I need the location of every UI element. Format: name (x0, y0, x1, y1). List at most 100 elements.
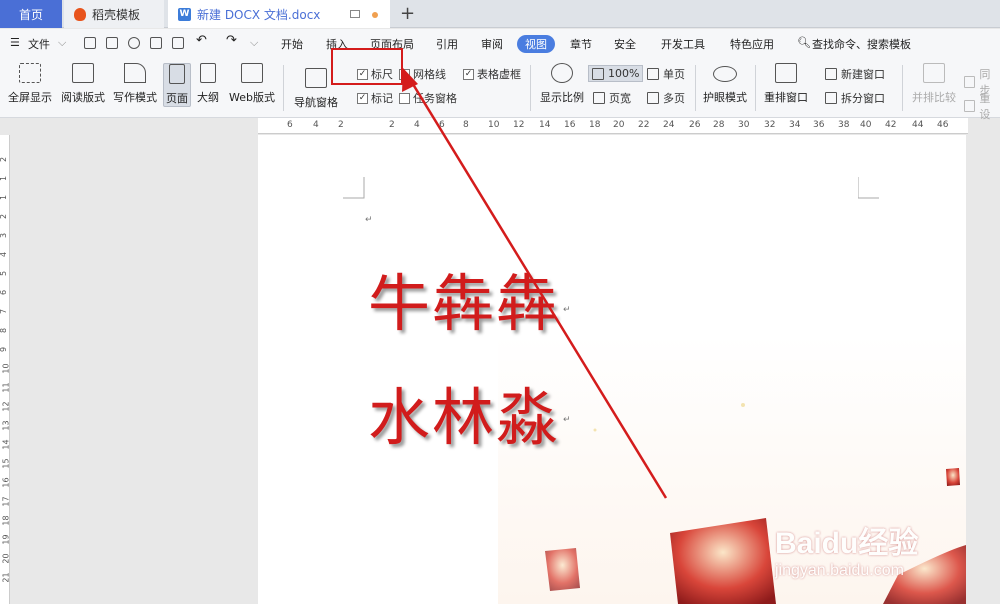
task-pane-checkbox[interactable]: 任务窗格 (399, 90, 457, 106)
search-icon: 🔍︎ (797, 36, 811, 49)
markup-checkbox[interactable]: ✓ 标记 (357, 90, 393, 106)
single-page-button[interactable]: 单页 (647, 66, 685, 82)
quick-access-chevron-icon[interactable]: ⌵ (250, 36, 258, 50)
page-layout-button[interactable]: 页面 (163, 63, 191, 107)
new-window-button[interactable]: 新建窗口 (825, 66, 885, 82)
ruler-number: 14 (539, 120, 551, 130)
multi-page-icon (647, 92, 659, 104)
single-page-label: 单页 (663, 68, 685, 81)
tab-daoke-templates[interactable]: 稻壳模板 (64, 0, 164, 28)
reset-position-button[interactable]: 重设 (964, 90, 1000, 122)
compare-side-by-side-button[interactable]: 并排比较 (912, 63, 956, 105)
rearrange-windows-icon (775, 63, 797, 83)
zoom-value: 100% (608, 67, 640, 80)
ruler-number: 18 (589, 120, 601, 130)
split-window-button[interactable]: 拆分窗口 (825, 90, 885, 106)
menu-view[interactable]: 视图 (517, 35, 555, 53)
table-borders-checkbox[interactable]: ✓ 表格虚框 (463, 66, 521, 82)
menu-security[interactable]: 安全 (614, 36, 636, 52)
gridlines-checkbox[interactable]: 网格线 (399, 66, 446, 82)
vertical-ruler[interactable]: 21123456789101112131415161718192021 (0, 135, 11, 604)
margin-corner-mark (343, 177, 365, 199)
file-menu[interactable]: 文件 (28, 36, 50, 52)
ruler-number: 3 (0, 233, 8, 238)
ruler-number: 20 (1, 553, 11, 564)
zoom-100-button[interactable]: 100% (588, 65, 644, 82)
outline-button[interactable]: 大纲 (197, 63, 219, 105)
rearrange-windows-button[interactable]: 重排窗口 (764, 63, 808, 105)
menu-developer[interactable]: 开发工具 (661, 36, 705, 52)
menu-home[interactable]: 开始 (281, 36, 303, 52)
new-window-label: 新建窗口 (841, 68, 885, 81)
web-layout-button[interactable]: Web版式 (229, 63, 275, 105)
multi-page-button[interactable]: 多页 (647, 90, 685, 106)
task-pane-label: 任务窗格 (413, 92, 457, 105)
web-layout-label: Web版式 (229, 91, 275, 104)
page-width-icon (593, 92, 605, 104)
menu-review[interactable]: 审阅 (481, 36, 503, 52)
reading-layout-button[interactable]: 阅读版式 (61, 63, 105, 105)
rearrange-windows-label: 重排窗口 (764, 91, 808, 104)
ruler-number: 44 (912, 120, 924, 130)
divider (283, 65, 284, 111)
markup-label: 标记 (371, 92, 393, 105)
tab-document[interactable]: W 新建 DOCX 文档.docx (168, 0, 390, 28)
ruler-number: 36 (813, 120, 825, 130)
open-folder-icon[interactable] (84, 37, 96, 49)
eye-icon (713, 66, 737, 82)
writing-mode-button[interactable]: 写作模式 (113, 63, 157, 105)
paragraph-mark: ↵ (563, 305, 571, 315)
fullscreen-icon (19, 63, 41, 83)
print-preview-icon[interactable] (172, 37, 184, 49)
tab-daoke-label: 稻壳模板 (92, 7, 141, 22)
ruler-number: 34 (789, 120, 801, 130)
document-line-2[interactable]: 水林淼 (368, 367, 560, 457)
undo-icon[interactable]: ↶ (196, 33, 207, 48)
eye-mode-button[interactable]: 护眼模式 (703, 63, 747, 105)
compare-label: 并排比较 (912, 91, 956, 104)
horizontal-ruler[interactable]: 6 4 2 2 4 6 8 10 12 14 16 18 20 22 24 26 28 30 32 34 36 38 40 4… (258, 118, 968, 134)
ruler-number: 2 (338, 120, 344, 130)
ruler-number: 38 (838, 120, 850, 130)
ruler-number: 7 (0, 309, 8, 314)
format-painter-icon[interactable] (128, 37, 140, 49)
document-line-1[interactable]: 牛犇犇 (368, 253, 560, 343)
ruler-number: 20 (613, 120, 625, 130)
page-layout-label: 页面 (166, 92, 188, 105)
command-search[interactable]: 查找命令、搜索模板 (812, 36, 911, 52)
ruler-number: 4 (0, 252, 8, 257)
save-icon[interactable] (106, 37, 118, 49)
nav-pane-label: 导航窗格 (294, 96, 338, 109)
menu-special[interactable]: 特色应用 (730, 36, 774, 52)
split-window-icon (825, 92, 837, 104)
nav-pane-icon (305, 68, 327, 88)
zoom-button[interactable]: 显示比例 (540, 63, 584, 105)
ruler-number: 26 (689, 120, 701, 130)
ruler-number: 8 (0, 328, 8, 333)
ruler-number: 2 (0, 157, 8, 162)
ruler-number: 11 (1, 382, 11, 393)
hamburger-icon[interactable]: ☰ (10, 36, 20, 49)
writing-mode-label: 写作模式 (113, 91, 157, 104)
fullscreen-button[interactable]: 全屏显示 (8, 63, 52, 105)
ruler-number: 18 (1, 515, 11, 526)
ruler-number: 12 (513, 120, 525, 130)
single-page-icon (647, 68, 659, 80)
tab-home[interactable]: 首页 (0, 0, 62, 28)
redo-icon[interactable]: ↷ (226, 33, 237, 48)
lantern (670, 518, 776, 604)
print-icon[interactable] (150, 37, 162, 49)
page-width-button[interactable]: 页宽 (593, 90, 631, 106)
ruler-number: 4 (313, 120, 319, 130)
monitor-icon[interactable] (350, 10, 360, 18)
view-ribbon: 全屏显示 阅读版式 写作模式 页面 大纲 Web版式 导航窗格 ✓ 标尺 网格线 … (0, 59, 1000, 121)
tab-home-label: 首页 (18, 7, 43, 22)
table-borders-label: 表格虚框 (477, 68, 521, 81)
new-tab-plus-icon[interactable]: + (400, 3, 415, 24)
book-icon (72, 63, 94, 83)
menu-references[interactable]: 引用 (436, 36, 458, 52)
divider (695, 65, 696, 111)
tab-document-label: 新建 DOCX 文档.docx (197, 7, 321, 22)
file-chevron-down-icon[interactable]: ⌵ (58, 36, 66, 50)
menu-chapter[interactable]: 章节 (570, 36, 592, 52)
